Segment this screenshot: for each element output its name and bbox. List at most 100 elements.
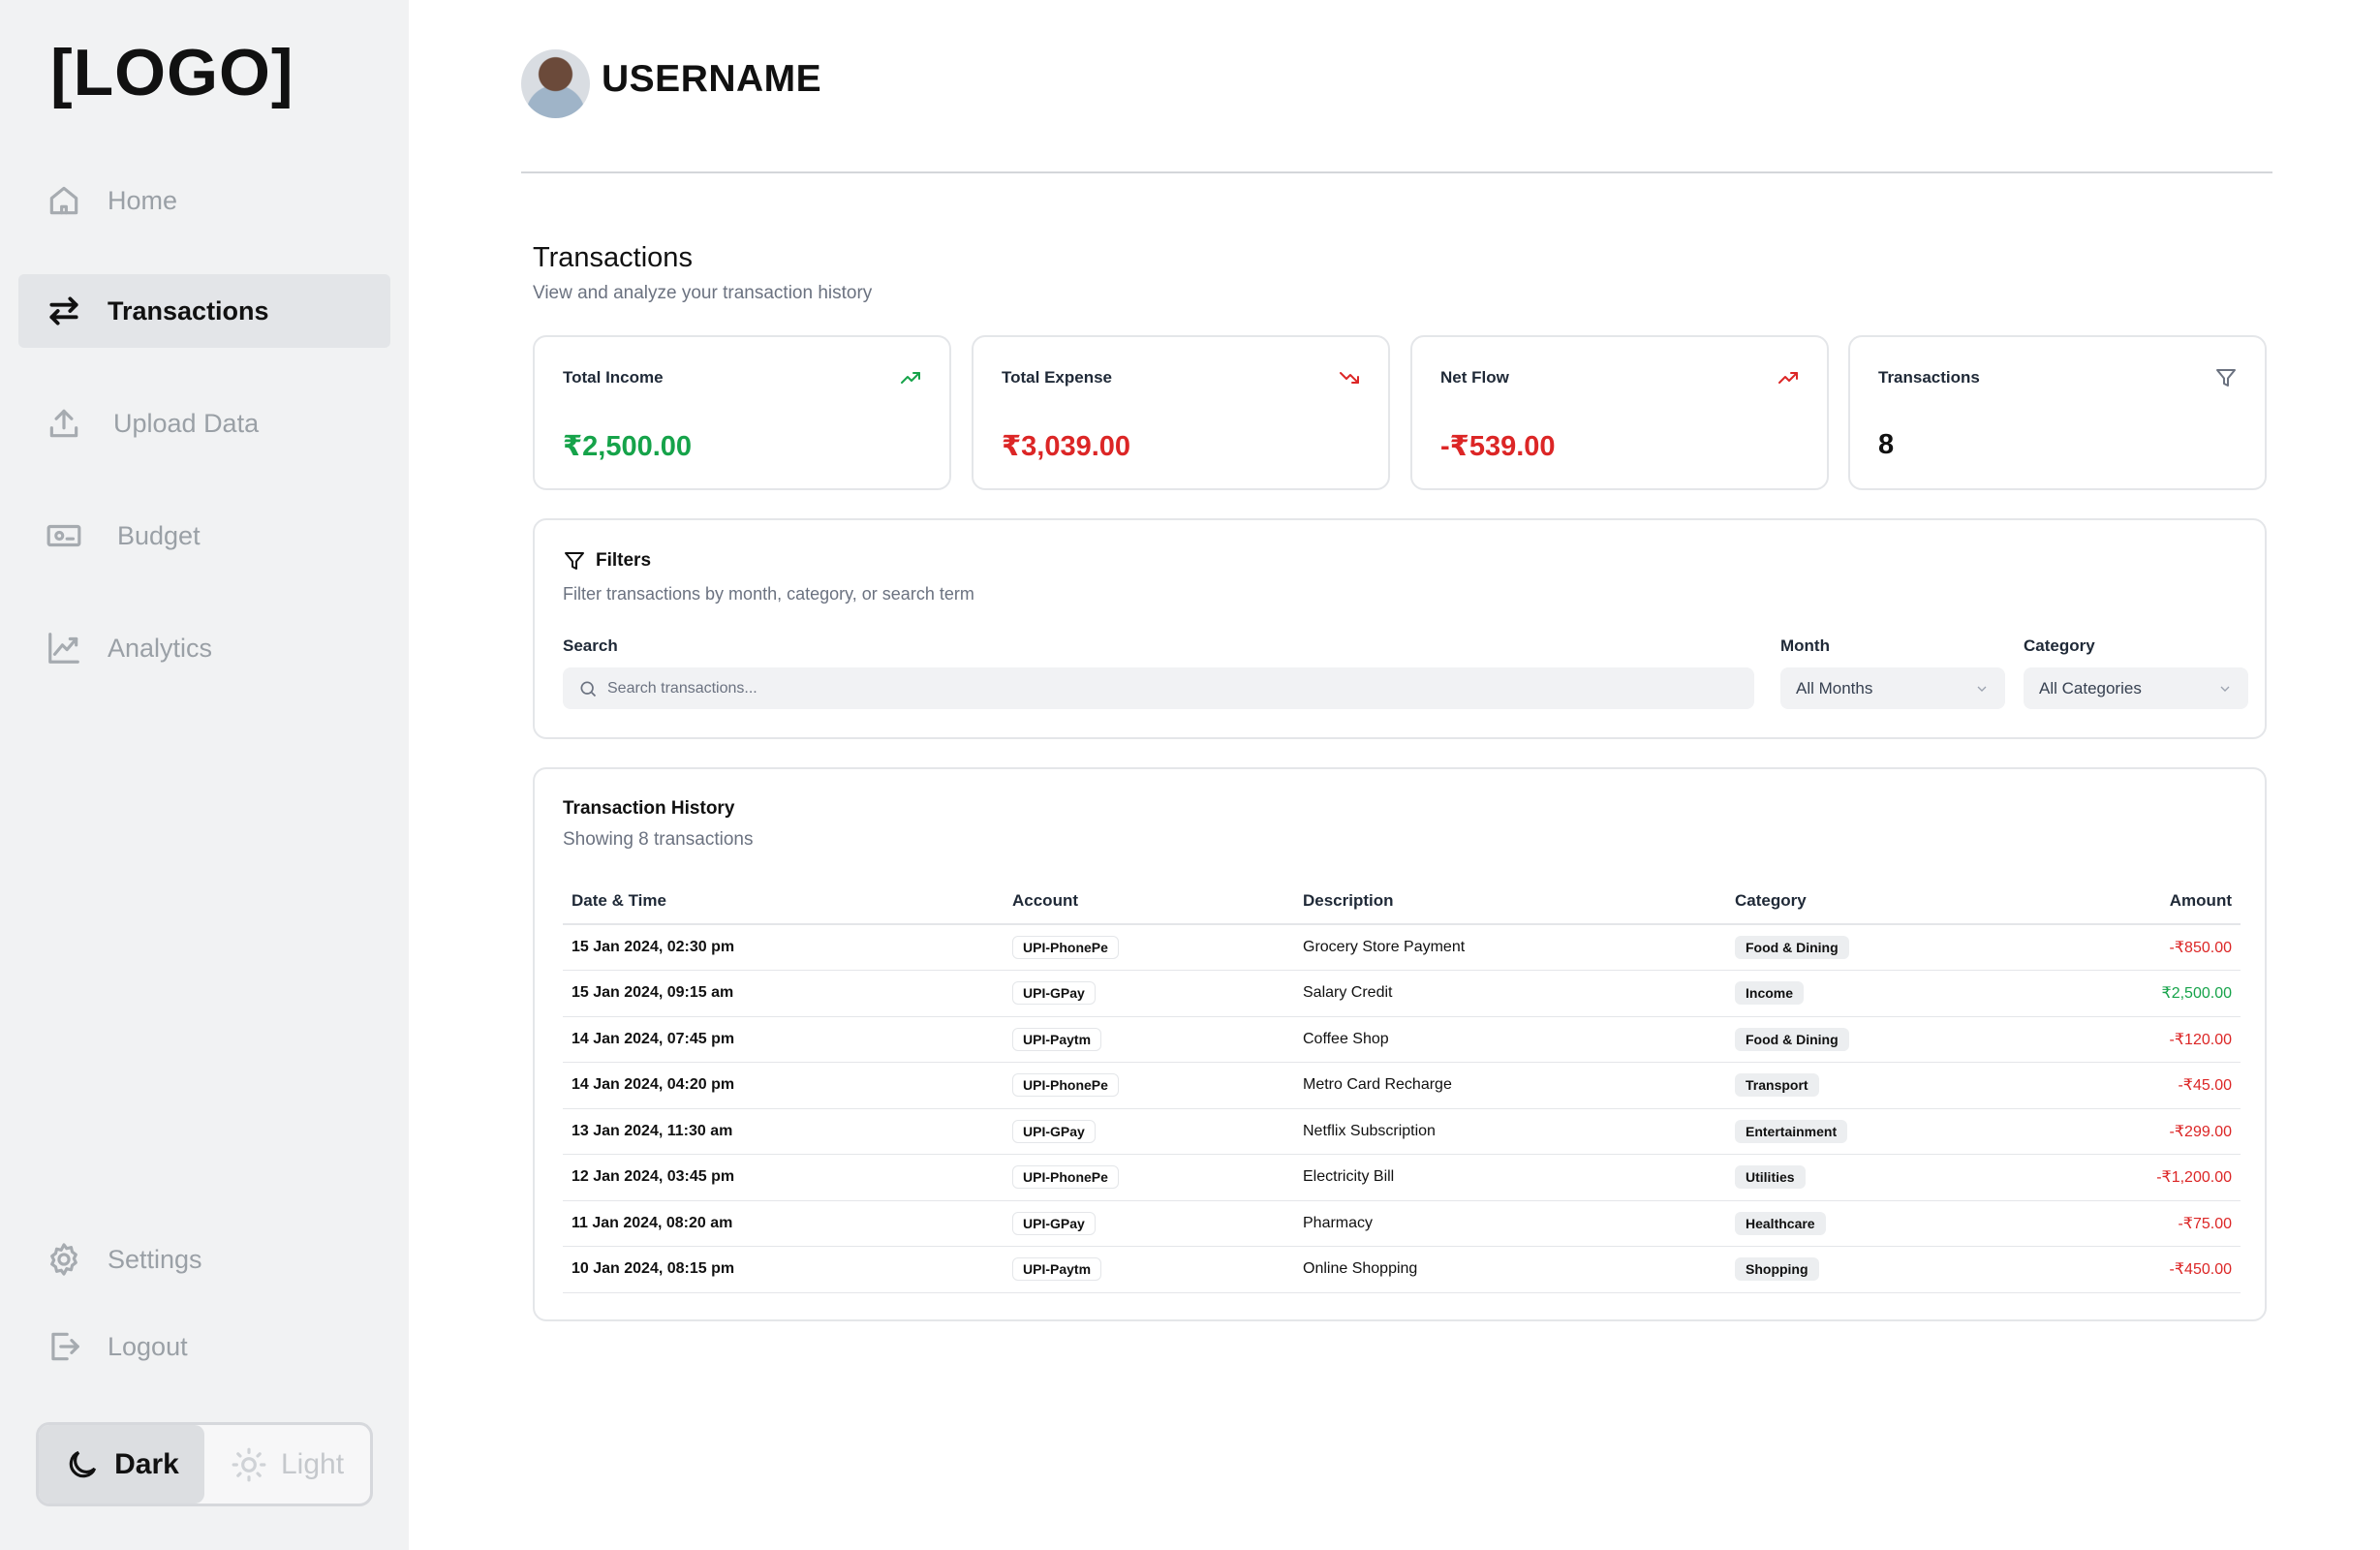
column-header-date[interactable]: Date & Time xyxy=(563,878,1004,925)
chart-line-icon xyxy=(44,628,84,668)
table-row[interactable]: 11 Jan 2024, 08:20 am UPI-GPay Pharmacy Hea… xyxy=(563,1200,2241,1247)
banknote-icon xyxy=(44,515,84,556)
theme-toggle: Dark Light xyxy=(36,1422,373,1506)
stat-label: Total Income xyxy=(563,368,664,387)
stat-label: Net Flow xyxy=(1440,368,1509,387)
account-badge: UPI-Paytm xyxy=(1012,1257,1102,1282)
page-subtitle: View and analyze your transaction histor… xyxy=(533,283,873,303)
trending-down-icon xyxy=(1338,366,1361,389)
column-header-description[interactable]: Description xyxy=(1294,878,1726,925)
row-account-cell: UPI-PhonePe xyxy=(1004,1062,1294,1109)
header-divider xyxy=(521,171,2272,173)
search-field[interactable] xyxy=(563,667,1754,709)
row-category-cell: Entertainment xyxy=(1726,1108,2017,1155)
row-account-cell: UPI-GPay xyxy=(1004,1108,1294,1155)
sidebar-item-budget[interactable]: Budget xyxy=(18,499,390,573)
row-description: Salary Credit xyxy=(1294,970,1726,1017)
sun-icon xyxy=(232,1447,266,1481)
table-row[interactable]: 14 Jan 2024, 04:20 pm UPI-PhonePe Metro Ca… xyxy=(563,1062,2241,1109)
avatar[interactable] xyxy=(521,49,590,118)
row-amount: -₹450.00 xyxy=(2017,1246,2241,1293)
sidebar-item-transactions[interactable]: Transactions xyxy=(18,274,390,348)
stat-card-net-flow: Net Flow -₹539.00 xyxy=(1410,335,1829,490)
row-category-cell: Food & Dining xyxy=(1726,1016,2017,1063)
sidebar-item-label: Analytics xyxy=(108,633,213,663)
sidebar-item-label: Settings xyxy=(108,1244,202,1274)
row-category-cell: Shopping xyxy=(1726,1246,2017,1293)
stat-card-total-income: Total Income ₹2,500.00 xyxy=(533,335,951,490)
sidebar-item-label: Home xyxy=(108,185,178,215)
trending-up-icon xyxy=(1777,366,1800,389)
category-select-value: All Categories xyxy=(2039,678,2142,698)
filter-icon xyxy=(565,552,584,570)
account-badge: UPI-Paytm xyxy=(1012,1027,1102,1051)
account-badge: UPI-GPay xyxy=(1012,1119,1096,1143)
row-account-cell: UPI-PhonePe xyxy=(1004,924,1294,971)
category-label: Category xyxy=(2024,636,2095,655)
sidebar-item-label: Upload Data xyxy=(113,408,260,438)
category-badge: Healthcare xyxy=(1735,1211,1826,1235)
theme-dark-button[interactable]: Dark xyxy=(39,1425,204,1504)
sidebar-item-logout[interactable]: Logout xyxy=(18,1310,390,1383)
upload-icon xyxy=(44,403,84,444)
chevron-down-icon xyxy=(1977,686,1987,692)
moon-icon xyxy=(69,1450,97,1477)
transactions-table: Date & Time Account Description Category… xyxy=(563,878,2241,1293)
row-amount: -₹850.00 xyxy=(2017,924,2241,971)
table-row[interactable]: 13 Jan 2024, 11:30 am UPI-GPay Netflix Sub… xyxy=(563,1108,2241,1155)
row-date: 15 Jan 2024, 09:15 am xyxy=(563,970,1004,1017)
row-amount: -₹120.00 xyxy=(2017,1016,2241,1063)
row-description: Grocery Store Payment xyxy=(1294,924,1726,971)
column-header-account[interactable]: Account xyxy=(1004,878,1294,925)
category-select[interactable]: All Categories xyxy=(2024,667,2248,709)
page-title: Transactions xyxy=(533,242,693,273)
search-input[interactable] xyxy=(607,679,1673,698)
table-header-row: Date & Time Account Description Category… xyxy=(563,878,2241,925)
theme-light-label: Light xyxy=(280,1447,345,1480)
row-account-cell: UPI-Paytm xyxy=(1004,1246,1294,1293)
row-description: Electricity Bill xyxy=(1294,1154,1726,1201)
table-row[interactable]: 15 Jan 2024, 09:15 am UPI-GPay Salary Cred… xyxy=(563,970,2241,1017)
row-description: Online Shopping xyxy=(1294,1246,1726,1293)
stat-card-transactions: Transactions 8 xyxy=(1848,335,2267,490)
sidebar-item-settings[interactable]: Settings xyxy=(18,1223,390,1296)
account-badge: UPI-PhonePe xyxy=(1012,1073,1119,1098)
table-row[interactable]: 14 Jan 2024, 07:45 pm UPI-Paytm Coffee Sho… xyxy=(563,1016,2241,1063)
sidebar-item-upload-data[interactable]: Upload Data xyxy=(18,387,390,460)
table-row[interactable]: 15 Jan 2024, 02:30 pm UPI-PhonePe Grocery … xyxy=(563,924,2241,971)
account-badge: UPI-GPay xyxy=(1012,981,1096,1006)
sidebar-item-analytics[interactable]: Analytics xyxy=(18,611,390,685)
stat-value: 8 xyxy=(1878,429,1895,460)
row-account-cell: UPI-PhonePe xyxy=(1004,1154,1294,1201)
sidebar-item-home[interactable]: Home xyxy=(18,164,390,237)
row-date: 14 Jan 2024, 04:20 pm xyxy=(563,1062,1004,1109)
stat-value: -₹539.00 xyxy=(1440,431,1556,462)
row-account-cell: UPI-GPay xyxy=(1004,970,1294,1017)
gear-icon xyxy=(44,1239,84,1280)
filter-icon xyxy=(2214,366,2238,389)
row-date: 12 Jan 2024, 03:45 pm xyxy=(563,1154,1004,1201)
username: USERNAME xyxy=(602,58,822,100)
account-badge: UPI-PhonePe xyxy=(1012,936,1119,959)
row-amount: -₹1,200.00 xyxy=(2017,1154,2241,1201)
row-amount: -₹45.00 xyxy=(2017,1062,2241,1109)
table-body: 15 Jan 2024, 02:30 pm UPI-PhonePe Grocery … xyxy=(563,924,2241,1293)
category-badge: Shopping xyxy=(1735,1257,1819,1282)
row-date: 10 Jan 2024, 08:15 pm xyxy=(563,1246,1004,1293)
category-badge: Food & Dining xyxy=(1735,936,1849,959)
month-select[interactable]: All Months xyxy=(1780,667,2005,709)
history-subtitle: Showing 8 transactions xyxy=(563,829,754,850)
sidebar: [LOGO] Home Transactions Upload Data Bud… xyxy=(0,0,409,1550)
row-account-cell: UPI-GPay xyxy=(1004,1200,1294,1247)
theme-light-button[interactable]: Light xyxy=(204,1425,370,1504)
row-amount: -₹75.00 xyxy=(2017,1200,2241,1247)
arrows-swap-icon xyxy=(44,291,84,331)
column-header-category[interactable]: Category xyxy=(1726,878,2017,925)
category-badge: Entertainment xyxy=(1735,1119,1848,1143)
stat-value: ₹3,039.00 xyxy=(1002,431,1131,462)
row-date: 11 Jan 2024, 08:20 am xyxy=(563,1200,1004,1247)
table-row[interactable]: 10 Jan 2024, 08:15 pm UPI-Paytm Online Sho… xyxy=(563,1246,2241,1293)
row-amount: -₹299.00 xyxy=(2017,1108,2241,1155)
table-row[interactable]: 12 Jan 2024, 03:45 pm UPI-PhonePe Electric… xyxy=(563,1154,2241,1201)
column-header-amount[interactable]: Amount xyxy=(2017,878,2241,925)
